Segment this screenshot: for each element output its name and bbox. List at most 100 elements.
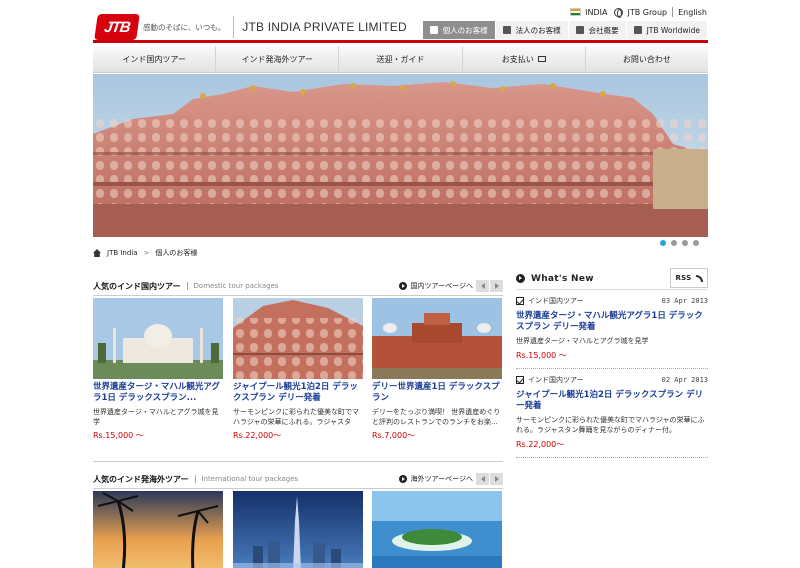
section-title: 人気のインド国内ツアー (93, 281, 181, 291)
site-logo[interactable]: JTB 感動のそばに、いつも。 JTB INDIA PRIVATE LIMITE… (94, 14, 407, 40)
palm-beach-image[interactable] (93, 491, 223, 568)
country-link[interactable]: INDIA (585, 8, 607, 17)
jtb-logo-mark: JTB (94, 14, 140, 40)
nav-label: お問い合わせ (622, 54, 671, 64)
subnav-label: 会社概要 (588, 25, 619, 35)
tour-card[interactable]: ジャイプール観光1泊2日 デラックスプラン デリー発着 サーモンピンクに彩られた… (233, 298, 363, 441)
card-price: Rs.7,000〜 (372, 431, 416, 440)
camera-icon (429, 26, 438, 34)
english-link[interactable]: English (678, 8, 707, 17)
nav-domestic-tours[interactable]: インド国内ツアー (93, 46, 217, 72)
more-link-label: 海外ツアーページへ (410, 475, 473, 483)
subnav-label: JTB Worldwide (646, 25, 700, 35)
jtb-group-link[interactable]: JTB Group (627, 8, 667, 17)
news-item: インド国内ツアー 02 Apr 2013 ジャイプール観光1泊2日 デラックスプ… (516, 369, 708, 458)
tour-card[interactable] (372, 491, 502, 568)
nav-transfer-guide[interactable]: 送迎・ガイド (339, 46, 463, 72)
dubai-skyline-image[interactable] (233, 491, 363, 568)
nav-label: インド発海外ツアー (241, 54, 314, 64)
arrow-circle-icon (516, 274, 525, 283)
nav-label: インド国内ツアー (122, 54, 186, 64)
section-divider (93, 461, 503, 462)
news-item: インド国内ツアー 03 Apr 2013 世界遺産タージ・マハル観光アグラ1日 … (516, 290, 708, 369)
subnav-label: 法人のお客様 (515, 25, 561, 35)
breadcrumb-link[interactable]: JTB India (107, 249, 138, 257)
news-title-link[interactable]: 世界遺産タージ・マハル観光アグラ1日 デラックスプラン デリー発着 (516, 311, 708, 333)
main-nav: インド国内ツアー インド発海外ツアー 送迎・ガイド お支払い お問い合わせ (93, 46, 708, 73)
news-desc: サーモンピンクに彩られた優美な町でマハラジャの栄華にふれる。ラジャスタン舞踊を見… (516, 416, 705, 434)
header-accent-line (93, 40, 708, 43)
overseas-more-link[interactable]: 海外ツアーページへ (398, 474, 473, 484)
domestic-more-link[interactable]: 国内ツアーページへ (398, 281, 473, 291)
breadcrumb-current: 個人のお客様 (155, 249, 198, 257)
domestic-section-header: 人気のインド国内ツアー Domestic tour packages 国内ツアー… (93, 279, 503, 293)
news-title-link[interactable]: ジャイプール観光1泊2日 デラックスプラン デリー発着 (516, 390, 708, 412)
nav-contact[interactable]: お問い合わせ (586, 46, 708, 72)
card-price: Rs.15,000 〜 (93, 431, 144, 440)
news-category: インド国内ツアー (528, 376, 584, 384)
rss-feed-icon (695, 274, 703, 282)
globe-icon (633, 26, 642, 34)
prev-arrow-icon[interactable] (476, 473, 489, 485)
tour-card[interactable] (93, 491, 223, 568)
nav-label: お支払い (501, 54, 534, 64)
domestic-pager (476, 280, 503, 292)
nav-overseas-tours[interactable]: インド発海外ツアー (216, 46, 340, 72)
tour-card[interactable]: 世界遺産タージ・マハル観光アグラ1日 デラックスプラン... 世界遺産タージ・マ… (93, 298, 223, 441)
section-divider (93, 295, 503, 296)
company-name: JTB INDIA PRIVATE LIMITED (242, 20, 407, 34)
more-link-label: 国内ツアーページへ (410, 282, 473, 290)
prev-arrow-icon[interactable] (476, 280, 489, 292)
card-title[interactable]: ジャイプール観光1泊2日 デラックスプラン デリー発着 (233, 382, 363, 404)
top-utility-links: INDIA JTB Group English (570, 7, 707, 18)
section-divider (93, 488, 503, 489)
hawa-mahal-image[interactable] (233, 298, 363, 379)
logo-divider (233, 16, 235, 38)
card-price: Rs.22,000〜 (233, 431, 282, 440)
next-arrow-icon[interactable] (490, 473, 503, 485)
tour-card[interactable]: デリー世界遺産1日 デラックスプラン デリーをたっぷり満喫！ 世界遺産めぐりと評… (372, 298, 502, 441)
building-icon (575, 26, 584, 34)
section-subtitle: Domestic tour packages (186, 282, 279, 290)
news-price: Rs.15,000 〜 (516, 351, 567, 360)
subnav-worldwide[interactable]: JTB Worldwide (625, 21, 707, 39)
link-divider (672, 7, 674, 17)
maldives-island-image[interactable] (372, 491, 502, 568)
breadcrumb: JTB India > 個人のお客様 (93, 246, 708, 260)
person-icon (502, 26, 511, 34)
subnav-individual[interactable]: 個人のお客様 (421, 21, 495, 39)
section-title: 人気のインド発海外ツアー (93, 474, 189, 484)
whats-new-panel: What's New RSS インド国内ツアー 03 Apr 2013 世界遺産… (516, 268, 708, 458)
overseas-pager (476, 473, 503, 485)
next-arrow-icon[interactable] (490, 280, 503, 292)
subnav-company[interactable]: 会社概要 (567, 21, 626, 39)
arrow-circle-icon (398, 282, 407, 290)
card-title[interactable]: 世界遺産タージ・マハル観光アグラ1日 デラックスプラン... (93, 382, 223, 404)
arrow-circle-icon (398, 475, 407, 483)
home-icon[interactable] (93, 249, 101, 257)
taj-mahal-image[interactable] (93, 298, 223, 379)
globe-icon (614, 7, 624, 18)
hero-banner-image[interactable] (93, 74, 708, 237)
card-desc: 世界遺産タージ・マハルとアグラ城を見学 (93, 408, 219, 426)
nav-label: 送迎・ガイド (376, 54, 425, 64)
audience-nav: 個人のお客様 法人のお客様 会社概要 JTB Worldwide (421, 21, 707, 39)
breadcrumb-separator: > (143, 249, 150, 257)
overseas-section-header: 人気のインド発海外ツアー International tour packages… (93, 472, 503, 486)
subnav-corporate[interactable]: 法人のお客様 (494, 21, 568, 39)
nav-payment[interactable]: お支払い (463, 46, 586, 72)
brand-tagline: 感動のそばに、いつも。 (143, 22, 226, 32)
card-title[interactable]: デリー世界遺産1日 デラックスプラン (372, 382, 502, 404)
india-flag-icon (570, 8, 582, 16)
tour-card[interactable] (233, 491, 363, 568)
red-fort-image[interactable] (372, 298, 502, 379)
card-desc: サーモンピンクに彩られた優美な町でマハラジャの栄華にふれる。ラジャスタン... (233, 408, 359, 426)
whats-new-title: What's New (531, 273, 594, 284)
subnav-label: 個人のお客様 (442, 25, 488, 35)
rss-button[interactable]: RSS (670, 268, 708, 288)
card-desc: デリーをたっぷり満喫！ 世界遺産めぐりと評判のレストランでのランチをお楽... (372, 408, 501, 426)
rss-label: RSS (675, 274, 692, 282)
section-subtitle: International tour packages (194, 475, 298, 483)
news-category: インド国内ツアー (528, 297, 584, 305)
checkbox-icon (516, 376, 524, 384)
